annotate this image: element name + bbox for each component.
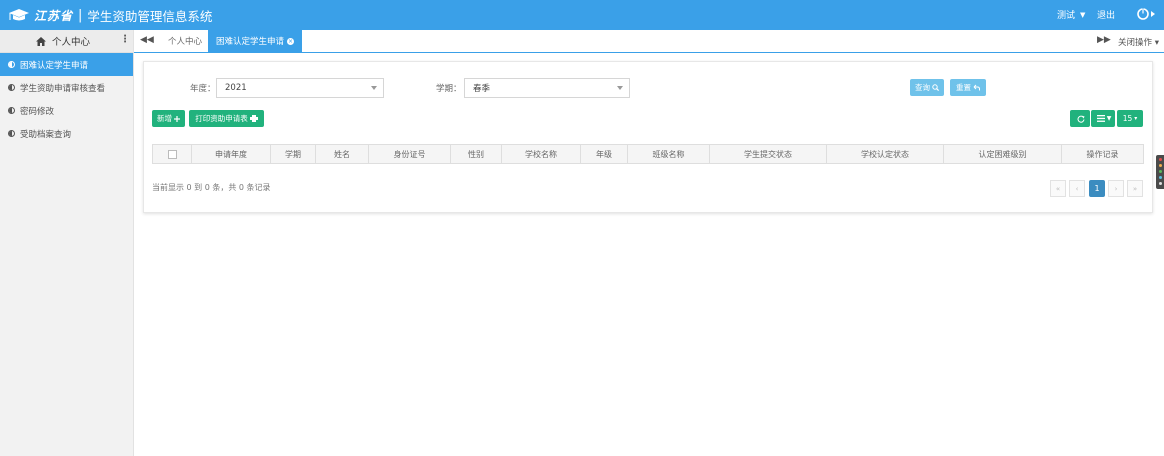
refresh-button[interactable] (1070, 110, 1090, 127)
logout-link[interactable]: 退出 (1097, 8, 1115, 21)
half-circle-icon (8, 130, 15, 137)
column-header[interactable]: 申请年度 (192, 145, 271, 163)
sidebar-item-difficulty-application[interactable]: 困难认定学生申请 (0, 53, 133, 76)
record-summary: 当前显示 0 到 0 条，共 0 条记录 (152, 183, 271, 192)
select-all-cell (153, 145, 192, 163)
tab-label: 困难认定学生申请 (216, 37, 285, 47)
query-label: 查询 (915, 83, 930, 92)
sidebar-header[interactable]: 个人中心 ⋮ (0, 30, 133, 53)
prev-page-button[interactable]: ‹ (1069, 180, 1085, 197)
top-header: 江苏省 | 学生资助管理信息系统 测试 ▼ 退出 (0, 0, 1164, 30)
half-circle-icon (8, 84, 15, 91)
user-menu[interactable]: 测试 ▼ (1057, 8, 1086, 22)
close-ops-dropdown[interactable]: 关闭操作 ▾ (1118, 36, 1159, 48)
chevron-down-icon: ▾ (1134, 115, 1138, 122)
page-size-value: 15 (1122, 114, 1133, 123)
add-label: 新增 (157, 114, 172, 123)
refresh-icon (1077, 115, 1085, 123)
tab-scroll-right-icon[interactable]: ▶▶ (1097, 35, 1111, 45)
more-vertical-icon[interactable]: ⋮ (120, 34, 130, 45)
print-button[interactable]: 打印资助申请表 (189, 110, 264, 127)
column-header[interactable]: 年级 (581, 145, 628, 163)
tab-scroll-left-icon[interactable]: ◀◀ (140, 35, 154, 45)
column-header[interactable]: 姓名 (316, 145, 369, 163)
select-all-checkbox[interactable] (167, 149, 177, 159)
tab-difficulty-application[interactable]: 困难认定学生申请 × (208, 30, 303, 52)
column-header[interactable]: 学期 (271, 145, 316, 163)
data-table-header: 申请年度 学期 姓名 身份证号 性别 学校名称 年级 班级名称 学生提交状态 学… (152, 144, 1144, 164)
add-button[interactable]: 新增 (152, 110, 185, 127)
chevron-down-icon (617, 86, 623, 90)
column-header[interactable]: 学生提交状态 (710, 145, 827, 163)
column-header[interactable]: 身份证号 (369, 145, 451, 163)
sidebar-item-label: 困难认定学生申请 (20, 60, 89, 71)
query-button[interactable]: 查询 (910, 79, 944, 96)
print-icon (249, 115, 258, 122)
column-header[interactable]: 学校名称 (502, 145, 581, 163)
sidebar-item-label: 学生资助申请审核查看 (20, 83, 106, 94)
term-label: 学期： (436, 84, 462, 94)
sidebar-item-label: 密码修改 (20, 106, 55, 117)
brand-separator: | (78, 7, 83, 23)
term-value: 春季 (473, 84, 491, 94)
theme-switcher-handle[interactable] (1156, 155, 1164, 189)
first-page-button[interactable]: « (1050, 180, 1066, 197)
columns-button[interactable]: ▼ (1091, 110, 1115, 127)
half-circle-icon (8, 107, 15, 114)
column-header[interactable]: 班级名称 (628, 145, 710, 163)
tab-label: 个人中心 (168, 37, 203, 47)
column-header[interactable]: 性别 (451, 145, 502, 163)
brand: 江苏省 | 学生资助管理信息系统 (8, 5, 212, 25)
system-name: 学生资助管理信息系统 (87, 8, 213, 24)
half-circle-icon (8, 61, 15, 68)
sidebar-title: 个人中心 (52, 37, 91, 48)
close-icon[interactable]: × (287, 37, 295, 45)
user-name: 测试 (1057, 11, 1076, 21)
brand-province: 江苏省 (34, 8, 74, 23)
last-page-button[interactable]: » (1127, 180, 1143, 197)
current-page-button[interactable]: 1 (1089, 180, 1105, 197)
page-size-button[interactable]: 15 ▾ (1117, 110, 1143, 127)
tabs-bar: ◀◀ 个人中心 困难认定学生申请 × ▶▶ 关闭操作 ▾ (134, 30, 1164, 53)
reset-label: 重置 (956, 83, 971, 92)
term-select[interactable]: 春季 (464, 78, 630, 98)
caret-down-icon: ▼ (1106, 115, 1112, 122)
column-header[interactable]: 认定困难级别 (944, 145, 1062, 163)
sidebar: 个人中心 ⋮ 困难认定学生申请 学生资助申请审核查看 密码修改 受助档案查询 (0, 30, 134, 456)
home-icon (36, 36, 46, 46)
sidebar-item-aid-review[interactable]: 学生资助申请审核查看 (0, 76, 133, 99)
print-label: 打印资助申请表 (195, 114, 248, 123)
sidebar-item-password[interactable]: 密码修改 (0, 99, 133, 122)
tab-personal-center[interactable]: 个人中心 (160, 30, 210, 52)
list-icon (1096, 115, 1105, 122)
sidebar-item-label: 受助档案查询 (20, 129, 72, 140)
column-header[interactable]: 学校认定状态 (827, 145, 944, 163)
close-ops-label: 关闭操作 (1118, 38, 1153, 48)
search-icon (932, 84, 939, 91)
reset-button[interactable]: 重置 (950, 79, 986, 96)
year-value: 2021 (225, 83, 247, 93)
caret-down-icon: ▼ (1080, 10, 1086, 19)
year-select[interactable]: 2021 (216, 78, 384, 98)
next-page-button[interactable]: › (1108, 180, 1124, 197)
undo-icon (973, 84, 980, 91)
plus-icon (174, 115, 180, 122)
power-icon[interactable] (1136, 7, 1158, 21)
year-label: 年度： (190, 84, 216, 94)
graduation-cap-icon (9, 9, 29, 21)
chevron-down-icon (371, 86, 377, 90)
sidebar-item-archive-query[interactable]: 受助档案查询 (0, 122, 133, 145)
column-header[interactable]: 操作记录 (1062, 145, 1143, 163)
